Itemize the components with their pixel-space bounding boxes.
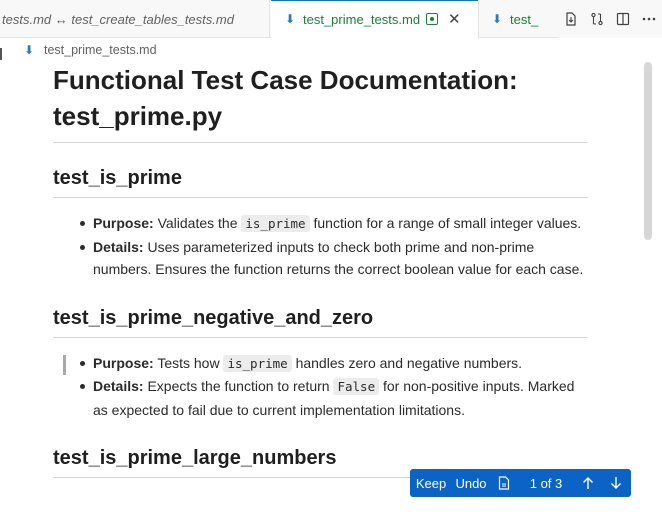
inline-code: False bbox=[333, 378, 380, 395]
list-item: Purpose: Tests how is_prime handles zero… bbox=[53, 352, 588, 376]
breadcrumb-file[interactable]: test_prime_tests.md bbox=[44, 43, 157, 57]
bullet-list: Purpose: Validates the is_prime function… bbox=[53, 212, 588, 281]
gutter-marker bbox=[0, 48, 2, 60]
page-title: Functional Test Case Documentation: test… bbox=[53, 62, 588, 143]
tab-diff[interactable]: tests.md ↔ test_create_tables_tests.md bbox=[0, 0, 270, 38]
breadcrumb[interactable]: ⬇ test_prime_tests.md bbox=[22, 39, 157, 61]
inline-code: is_prime bbox=[241, 215, 310, 232]
tab-label: tests.md ↔ test_create_tables_tests.md bbox=[2, 11, 234, 27]
markdown-icon: ⬇ bbox=[491, 12, 503, 26]
scrollbar-thumb[interactable] bbox=[644, 62, 652, 240]
undo-button[interactable]: Undo bbox=[452, 469, 490, 497]
inline-code: is_prime bbox=[223, 354, 292, 372]
change-counter: 1 of 3 bbox=[529, 475, 563, 491]
tab-bar: tests.md ↔ test_create_tables_tests.md ⬇… bbox=[0, 0, 662, 39]
bullet-list: Purpose: Tests how is_prime handles zero… bbox=[53, 352, 588, 422]
preview-icon[interactable] bbox=[426, 13, 439, 25]
markdown-icon: ⬇ bbox=[284, 12, 296, 26]
keep-button[interactable]: Keep bbox=[410, 469, 452, 497]
tab-test-prime-tests[interactable]: ⬇ test_prime_tests.md ✕ bbox=[271, 0, 479, 39]
markdown-icon: ⬇ bbox=[23, 43, 35, 57]
section-heading: test_is_prime bbox=[53, 165, 588, 198]
compare-icon[interactable] bbox=[584, 6, 610, 32]
close-icon[interactable]: ✕ bbox=[448, 10, 461, 28]
open-file-icon[interactable] bbox=[490, 469, 518, 497]
markdown-preview: Functional Test Case Documentation: test… bbox=[53, 62, 588, 492]
list-item: Purpose: Validates the is_prime function… bbox=[53, 212, 588, 236]
list-item: Details: Expects the function to return … bbox=[53, 375, 588, 421]
open-changes-icon[interactable] bbox=[558, 6, 584, 32]
previous-change-icon[interactable] bbox=[574, 469, 602, 497]
tab-truncated[interactable]: ⬇ test_ bbox=[480, 0, 542, 38]
list-item: Details: Uses parameterized inputs to ch… bbox=[53, 236, 588, 281]
split-editor-icon[interactable] bbox=[610, 6, 636, 32]
next-change-icon[interactable] bbox=[602, 469, 630, 497]
tab-label: test_ bbox=[510, 11, 539, 27]
editor-actions bbox=[558, 0, 662, 38]
section-heading: test_is_prime_negative_and_zero bbox=[53, 305, 588, 338]
tab-label: test_prime_tests.md bbox=[303, 11, 421, 27]
review-toolbar: Keep Undo 1 of 3 bbox=[410, 469, 631, 497]
more-actions-icon[interactable] bbox=[636, 6, 662, 32]
